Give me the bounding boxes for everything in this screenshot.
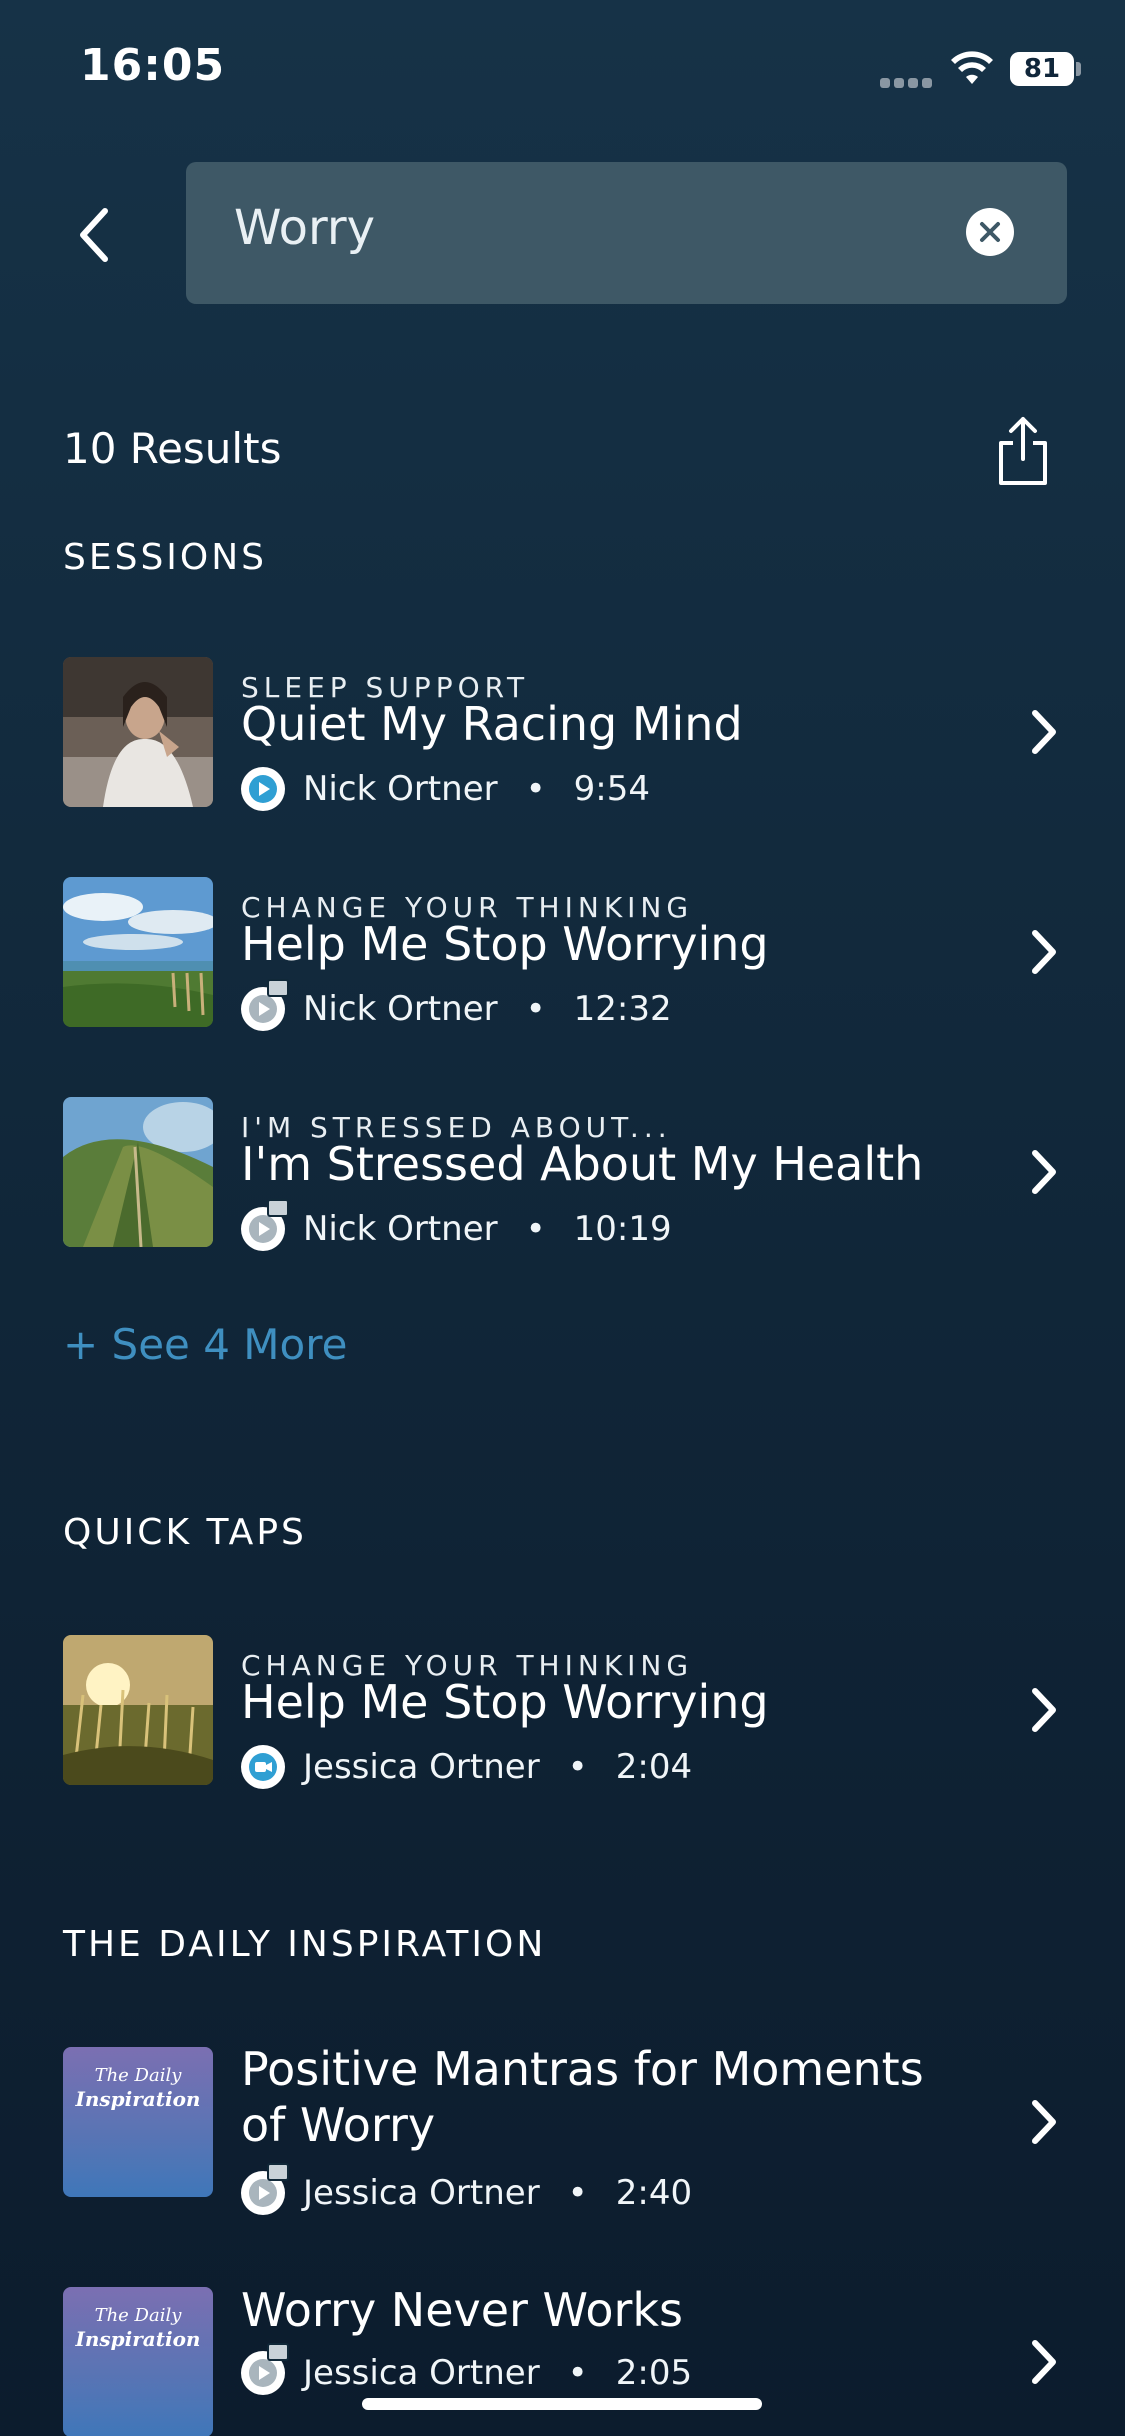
locked-play-icon	[241, 2163, 289, 2215]
clear-search-button[interactable]	[966, 208, 1014, 256]
lock-icon	[267, 2343, 289, 2361]
daily-inspiration-duration: 2:05	[615, 2353, 693, 2393]
meta-separator: •	[525, 769, 546, 809]
session-thumbnail	[63, 877, 213, 1027]
chevron-right-icon	[1032, 2340, 1056, 2384]
session-item[interactable]: I'M STRESSED ABOUT... I'm Stressed About…	[63, 1097, 1063, 1251]
thumbnail-label-line2: Inspiration	[75, 2087, 201, 2111]
daily-inspiration-meta: Jessica Ortner • 2:40	[241, 2163, 693, 2215]
chevron-right-icon	[1032, 1150, 1056, 1194]
quick-tap-thumbnail	[63, 1635, 213, 1785]
lock-icon	[267, 979, 289, 997]
quick-tap-duration: 2:04	[615, 1747, 693, 1787]
chevron-right-icon	[1032, 710, 1056, 754]
daily-inspiration-title: Positive Mantras for Moments of Worry	[241, 2041, 924, 2153]
video-icon	[241, 1745, 285, 1789]
session-meta: Nick Ortner • 12:32	[241, 979, 672, 1031]
daily-inspiration-item[interactable]: The Daily Inspiration Positive Mantras f…	[63, 2042, 1063, 2215]
chevron-right-icon	[1032, 2100, 1056, 2144]
cellular-signal-icon	[880, 73, 936, 88]
quick-tap-author: Jessica Ortner	[303, 1747, 540, 1787]
results-count: 10 Results	[63, 424, 282, 473]
quick-tap-meta: Jessica Ortner • 2:04	[241, 1745, 692, 1789]
session-title: I'm Stressed About My Health	[241, 1137, 924, 1191]
session-author: Nick Ortner	[303, 1209, 498, 1249]
back-button[interactable]	[68, 200, 120, 270]
lock-icon	[267, 1199, 289, 1217]
quick-tap-title: Help Me Stop Worrying	[241, 1675, 769, 1729]
thumbnail-label-line2: Inspiration	[75, 2327, 201, 2351]
session-item[interactable]: CHANGE YOUR THINKING Help Me Stop Worryi…	[63, 877, 1063, 1031]
daily-inspiration-author: Jessica Ortner	[303, 2173, 540, 2213]
lock-icon	[267, 2163, 289, 2181]
session-duration: 10:19	[573, 1209, 672, 1249]
meta-separator: •	[567, 2173, 588, 2213]
daily-inspiration-meta: Jessica Ortner • 2:05	[241, 2343, 693, 2395]
session-thumbnail	[63, 1097, 213, 1247]
title-line-1: Positive Mantras for Moments	[241, 2042, 924, 2096]
battery-indicator: 81	[1010, 52, 1074, 86]
daily-inspiration-item[interactable]: The Daily Inspiration Worry Never Works …	[63, 2287, 1063, 2436]
locked-play-icon	[241, 1199, 289, 1251]
meta-separator: •	[567, 1747, 588, 1787]
session-author: Nick Ortner	[303, 769, 498, 809]
session-title: Quiet My Racing Mind	[241, 697, 743, 751]
session-duration: 9:54	[573, 769, 651, 809]
see-more-link[interactable]: + See 4 More	[63, 1320, 347, 1369]
section-heading-daily-inspiration: THE DAILY INSPIRATION	[63, 1924, 547, 1965]
session-duration: 12:32	[573, 989, 672, 1029]
thumbnail-label-line1: The Daily	[94, 2065, 182, 2086]
daily-inspiration-thumbnail: The Daily Inspiration	[63, 2287, 213, 2436]
locked-play-icon	[241, 979, 289, 1031]
section-heading-sessions: SESSIONS	[63, 537, 268, 578]
session-meta: Nick Ortner • 9:54	[241, 767, 650, 811]
meta-separator: •	[525, 1209, 546, 1249]
daily-inspiration-thumbnail: The Daily Inspiration	[63, 2047, 213, 2197]
session-title: Help Me Stop Worrying	[241, 917, 769, 971]
quick-tap-item[interactable]: CHANGE YOUR THINKING Help Me Stop Worryi…	[63, 1635, 1063, 1789]
status-time: 16:05	[80, 40, 226, 91]
session-thumbnail	[63, 657, 213, 807]
locked-play-icon	[241, 2343, 289, 2395]
thumbnail-label-line1: The Daily	[94, 2305, 182, 2326]
daily-inspiration-author: Jessica Ortner	[303, 2353, 540, 2393]
home-indicator[interactable]	[362, 2398, 762, 2410]
session-author: Nick Ortner	[303, 989, 498, 1029]
close-icon	[980, 222, 1000, 242]
chevron-right-icon	[1032, 1688, 1056, 1732]
search-query-text[interactable]: Worry	[234, 200, 375, 256]
daily-inspiration-title: Worry Never Works	[241, 2287, 684, 2337]
section-heading-quick-taps: QUICK TAPS	[63, 1512, 307, 1553]
battery-tip	[1076, 62, 1081, 76]
meta-separator: •	[567, 2353, 588, 2393]
title-line-2: of Worry	[241, 2098, 436, 2152]
meta-separator: •	[525, 989, 546, 1029]
daily-inspiration-duration: 2:40	[615, 2173, 693, 2213]
chevron-left-icon	[80, 208, 108, 262]
wifi-icon	[951, 51, 993, 84]
share-icon[interactable]	[995, 415, 1051, 487]
session-item[interactable]: SLEEP SUPPORT Quiet My Racing Mind Nick …	[63, 657, 1063, 811]
play-icon	[241, 767, 285, 811]
chevron-right-icon	[1032, 930, 1056, 974]
session-meta: Nick Ortner • 10:19	[241, 1199, 672, 1251]
